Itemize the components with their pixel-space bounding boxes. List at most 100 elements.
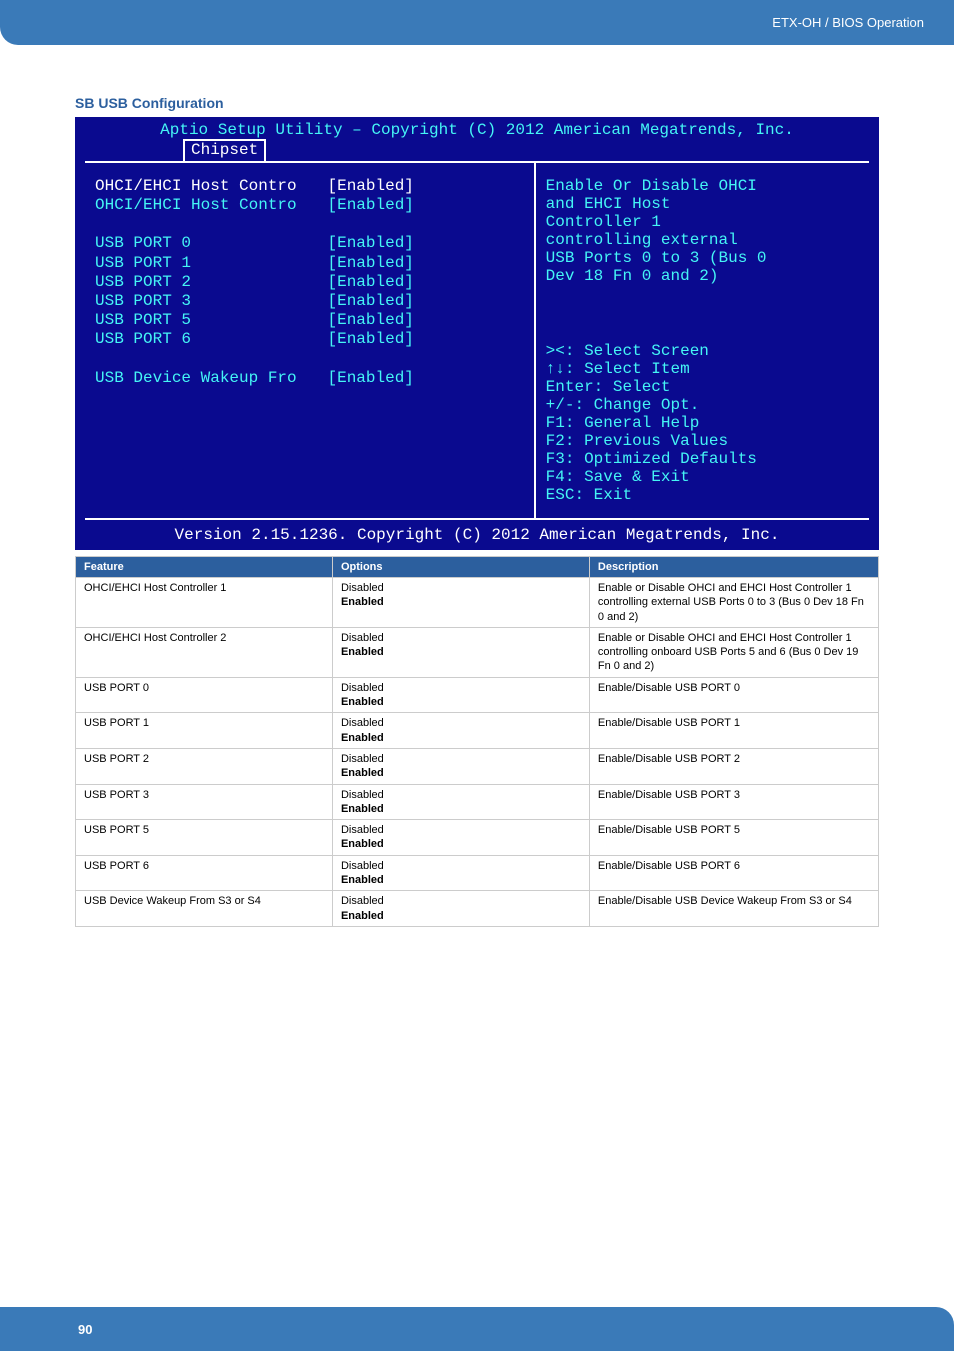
page-number: 90: [78, 1322, 92, 1337]
cell-options: DisabledEnabled: [332, 820, 589, 856]
footer-bar: 90: [0, 1307, 954, 1351]
bios-screenshot: Aptio Setup Utility – Copyright (C) 2012…: [75, 117, 879, 550]
bios-key-hint: F2: Previous Values: [546, 432, 859, 450]
spacer: [546, 323, 859, 342]
breadcrumb: ETX-OH / BIOS Operation: [772, 15, 924, 30]
spacer: [546, 285, 859, 304]
feature-table: Feature Options Description OHCI/EHCI Ho…: [75, 556, 879, 927]
bios-item-value: [Enabled]: [327, 273, 413, 292]
table-row: USB PORT 3DisabledEnabledEnable/Disable …: [76, 784, 879, 820]
col-feature: Feature: [76, 557, 333, 578]
bios-item-value: [Enabled]: [327, 292, 413, 311]
table-row: USB PORT 1DisabledEnabledEnable/Disable …: [76, 713, 879, 749]
bios-item-value: [Enabled]: [327, 330, 413, 349]
bios-item-value: [Enabled]: [327, 234, 413, 253]
bios-item-label: OHCI/EHCI Host Contro: [95, 177, 327, 196]
bios-item-label: USB PORT 5: [95, 311, 327, 330]
bios-help-line: and EHCI Host: [546, 195, 859, 213]
bios-item[interactable]: USB PORT 2 [Enabled]: [95, 273, 534, 292]
table-header-row: Feature Options Description: [76, 557, 879, 578]
table-row: OHCI/EHCI Host Controller 2DisabledEnabl…: [76, 627, 879, 677]
bios-version-footer: Version 2.15.1236. Copyright (C) 2012 Am…: [85, 518, 869, 550]
cell-description: Enable/Disable USB PORT 5: [589, 820, 878, 856]
bios-settings-panel: OHCI/EHCI Host Contro [Enabled] OHCI/EHC…: [85, 163, 536, 518]
spacer: [95, 215, 534, 234]
cell-options: DisabledEnabled: [332, 784, 589, 820]
bios-key-hint: +/-: Change Opt.: [546, 396, 859, 414]
bios-help-line: controlling external: [546, 231, 859, 249]
bios-help-line: Dev 18 Fn 0 and 2): [546, 267, 859, 285]
cell-feature: USB PORT 3: [76, 784, 333, 820]
cell-feature: USB PORT 6: [76, 855, 333, 891]
table-row: OHCI/EHCI Host Controller 1DisabledEnabl…: [76, 578, 879, 628]
bios-help-line: Controller 1: [546, 213, 859, 231]
bios-active-tab: Chipset: [183, 139, 266, 161]
table-row: USB PORT 0DisabledEnabledEnable/Disable …: [76, 677, 879, 713]
cell-options: DisabledEnabled: [332, 855, 589, 891]
bios-help-line: USB Ports 0 to 3 (Bus 0: [546, 249, 859, 267]
bios-item-value: [Enabled]: [327, 254, 413, 273]
bios-item[interactable]: OHCI/EHCI Host Contro [Enabled]: [95, 196, 534, 215]
bios-utility-title: Aptio Setup Utility – Copyright (C) 2012…: [75, 117, 879, 139]
page-content: SB USB Configuration Aptio Setup Utility…: [0, 45, 954, 927]
cell-feature: USB PORT 2: [76, 748, 333, 784]
bios-item[interactable]: USB PORT 1 [Enabled]: [95, 254, 534, 273]
bios-tab-row: Chipset: [75, 139, 879, 161]
bios-help-panel: Enable Or Disable OHCI and EHCI Host Con…: [536, 163, 869, 518]
header-bar: ETX-OH / BIOS Operation: [0, 0, 954, 45]
spacer: [546, 304, 859, 323]
col-description: Description: [589, 557, 878, 578]
bios-item-value: [Enabled]: [327, 177, 413, 196]
bios-item-label: USB PORT 6: [95, 330, 327, 349]
section-title: SB USB Configuration: [75, 95, 879, 111]
bios-item-label: USB Device Wakeup Fro: [95, 369, 327, 388]
cell-options: DisabledEnabled: [332, 627, 589, 677]
cell-options: DisabledEnabled: [332, 748, 589, 784]
bios-help-line: Enable Or Disable OHCI: [546, 177, 859, 195]
bios-item-label: USB PORT 2: [95, 273, 327, 292]
table-row: USB PORT 2DisabledEnabledEnable/Disable …: [76, 748, 879, 784]
bios-item-value: [Enabled]: [327, 311, 413, 330]
bios-item[interactable]: USB PORT 3 [Enabled]: [95, 292, 534, 311]
bios-key-hint: ><: Select Screen: [546, 342, 859, 360]
bios-item-label: USB PORT 3: [95, 292, 327, 311]
bios-key-hint: F1: General Help: [546, 414, 859, 432]
bios-key-hint: Enter: Select: [546, 378, 859, 396]
bios-item-value: [Enabled]: [327, 369, 413, 388]
bios-key-hint: ESC: Exit: [546, 486, 859, 504]
cell-description: Enable/Disable USB PORT 1: [589, 713, 878, 749]
cell-options: DisabledEnabled: [332, 677, 589, 713]
cell-feature: OHCI/EHCI Host Controller 1: [76, 578, 333, 628]
cell-feature: USB PORT 0: [76, 677, 333, 713]
bios-item-label: OHCI/EHCI Host Contro: [95, 196, 327, 215]
cell-description: Enable or Disable OHCI and EHCI Host Con…: [589, 578, 878, 628]
cell-feature: USB PORT 1: [76, 713, 333, 749]
bios-item[interactable]: USB PORT 0 [Enabled]: [95, 234, 534, 253]
bios-item-label: USB PORT 1: [95, 254, 327, 273]
bios-key-hint: ↑↓: Select Item: [546, 360, 859, 378]
cell-description: Enable/Disable USB PORT 3: [589, 784, 878, 820]
cell-feature: OHCI/EHCI Host Controller 2: [76, 627, 333, 677]
bios-item-label: USB PORT 0: [95, 234, 327, 253]
bios-item[interactable]: USB PORT 5 [Enabled]: [95, 311, 534, 330]
col-options: Options: [332, 557, 589, 578]
bios-key-hint: F3: Optimized Defaults: [546, 450, 859, 468]
bios-item[interactable]: USB PORT 6 [Enabled]: [95, 330, 534, 349]
bios-item[interactable]: USB Device Wakeup Fro [Enabled]: [95, 369, 534, 388]
cell-description: Enable/Disable USB PORT 6: [589, 855, 878, 891]
cell-options: DisabledEnabled: [332, 578, 589, 628]
cell-description: Enable or Disable OHCI and EHCI Host Con…: [589, 627, 878, 677]
bios-item-value: [Enabled]: [327, 196, 413, 215]
bios-item-selected[interactable]: OHCI/EHCI Host Contro [Enabled]: [95, 177, 534, 196]
bios-key-hint: F4: Save & Exit: [546, 468, 859, 486]
cell-options: DisabledEnabled: [332, 713, 589, 749]
cell-description: Enable/Disable USB Device Wakeup From S3…: [589, 891, 878, 927]
table-row: USB PORT 6DisabledEnabledEnable/Disable …: [76, 855, 879, 891]
table-body: OHCI/EHCI Host Controller 1DisabledEnabl…: [76, 578, 879, 927]
cell-description: Enable/Disable USB PORT 0: [589, 677, 878, 713]
bios-body: OHCI/EHCI Host Contro [Enabled] OHCI/EHC…: [85, 161, 869, 518]
spacer: [95, 350, 534, 369]
cell-feature: USB PORT 5: [76, 820, 333, 856]
table-row: USB PORT 5DisabledEnabledEnable/Disable …: [76, 820, 879, 856]
table-row: USB Device Wakeup From S3 or S4DisabledE…: [76, 891, 879, 927]
